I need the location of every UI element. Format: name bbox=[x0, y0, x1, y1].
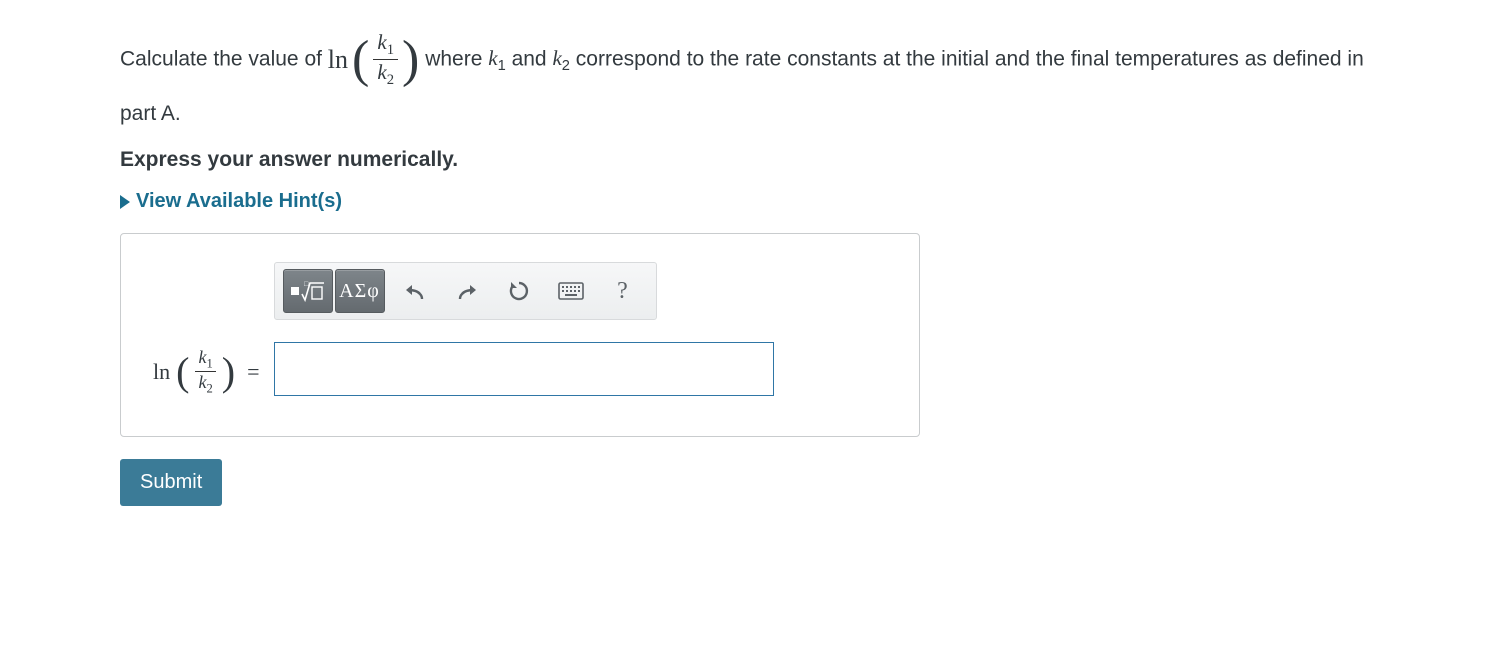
undo-icon bbox=[403, 281, 427, 301]
lhs-numerator: k1 bbox=[195, 347, 215, 372]
fraction-numerator: k1 bbox=[373, 31, 398, 60]
and-text: and bbox=[512, 47, 553, 70]
k1-var: k1 bbox=[488, 47, 506, 70]
answer-instruction: Express your answer numerically. bbox=[120, 148, 1378, 172]
lhs-expression: ln ( k1 k2 ) = bbox=[143, 347, 260, 396]
answer-input[interactable] bbox=[274, 342, 774, 396]
view-hints-link[interactable]: View Available Hint(s) bbox=[120, 190, 342, 213]
keyboard-icon bbox=[558, 282, 584, 300]
greek-label: ΑΣφ bbox=[339, 280, 380, 303]
open-paren-icon: ( bbox=[352, 38, 369, 82]
hints-label: View Available Hint(s) bbox=[136, 190, 342, 213]
question-prefix: Calculate the value of bbox=[120, 47, 328, 70]
reset-icon bbox=[508, 280, 530, 302]
rhs-column: □ ΑΣφ bbox=[274, 262, 774, 396]
undo-button[interactable] bbox=[390, 269, 440, 313]
answer-box: ln ( k1 k2 ) = □ ΑΣφ bbox=[120, 233, 920, 437]
redo-icon bbox=[455, 281, 479, 301]
redo-button[interactable] bbox=[442, 269, 492, 313]
question-text: Calculate the value of ln ( k1 k2 ) wher… bbox=[120, 30, 1378, 138]
lhs-ln: ln bbox=[153, 359, 170, 385]
greek-symbols-button[interactable]: ΑΣφ bbox=[335, 269, 385, 313]
fraction-denominator: k2 bbox=[373, 60, 398, 88]
submit-label: Submit bbox=[140, 471, 202, 493]
equals-sign: = bbox=[247, 359, 259, 385]
lhs-denominator: k2 bbox=[195, 372, 215, 396]
fraction: k1 k2 bbox=[373, 31, 398, 89]
template-root-icon: □ bbox=[290, 279, 326, 303]
inline-expression: ln ( k1 k2 ) bbox=[328, 30, 420, 90]
question-mid-1: where bbox=[425, 47, 488, 70]
keyboard-button[interactable] bbox=[546, 269, 596, 313]
help-button[interactable]: ? bbox=[598, 269, 648, 313]
lhs-close-paren-icon: ) bbox=[222, 354, 235, 390]
help-label: ? bbox=[617, 278, 628, 305]
close-paren-icon: ) bbox=[402, 38, 419, 82]
templates-button[interactable]: □ bbox=[283, 269, 333, 313]
equation-toolbar: □ ΑΣφ bbox=[274, 262, 657, 320]
lhs-fraction: k1 k2 bbox=[195, 347, 215, 396]
ln-symbol: ln bbox=[328, 30, 348, 90]
submit-button[interactable]: Submit bbox=[120, 459, 222, 506]
lhs-open-paren-icon: ( bbox=[176, 354, 189, 390]
k2-var: k2 bbox=[552, 47, 570, 70]
reset-button[interactable] bbox=[494, 269, 544, 313]
triangle-right-icon bbox=[120, 195, 130, 209]
